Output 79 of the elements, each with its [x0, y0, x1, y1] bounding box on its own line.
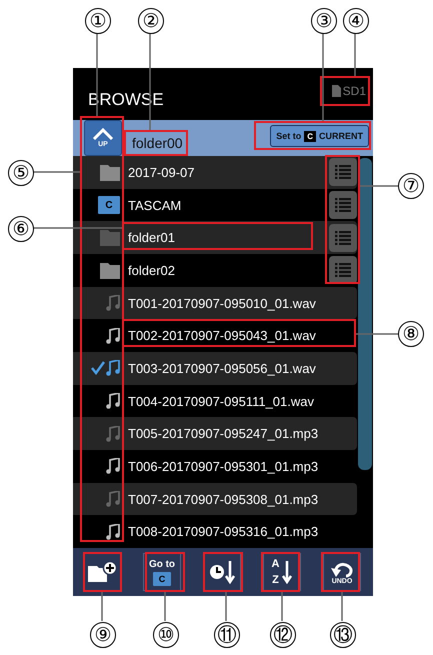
music-note-icon [106, 491, 120, 508]
file-list-row[interactable]: T004-20170907-095111_01.wav [73, 384, 357, 418]
file-list-row[interactable]: 2017-09-07 [73, 156, 357, 189]
sd-card-icon [332, 85, 341, 97]
leader-line [354, 33, 356, 76]
leader-line [356, 333, 398, 335]
leader-line [360, 185, 398, 187]
callout-number: ⑪ [214, 622, 240, 648]
list-menu-button[interactable] [329, 256, 357, 284]
highlight-frame [145, 552, 185, 592]
callout-number: ⑨ [90, 622, 116, 648]
folder-icon [100, 229, 120, 246]
callout-number: ⑦ [398, 173, 424, 199]
callout-number: ⑧ [398, 321, 424, 347]
callout-number: ⑩ [153, 622, 179, 648]
music-note-icon [106, 295, 120, 312]
go-to-button[interactable]: Go to C [143, 553, 181, 591]
highlight-frame [203, 552, 243, 592]
music-note-icon [106, 360, 120, 376]
callout-number: ① [85, 8, 111, 34]
callout-number: ⑫ [270, 622, 296, 648]
file-list-row[interactable]: T007-20170907-095308_01.mp3 [73, 482, 357, 516]
list-menu-button[interactable] [329, 224, 357, 252]
list-icon [335, 230, 351, 245]
list-menu-button[interactable] [329, 158, 357, 186]
file-list-row[interactable]: C TASCAM [73, 188, 357, 222]
music-note-icon [106, 393, 120, 410]
clock-arrow-icon [208, 559, 236, 585]
folder-icon [100, 262, 120, 279]
set-current-button[interactable]: Set to C CURRENT [270, 125, 369, 147]
highlight-frame [321, 552, 360, 592]
file-name: T002-20170907-095043_01.wav [128, 328, 316, 344]
list-icon [335, 198, 351, 212]
music-note-icon [106, 458, 120, 474]
list-menu-button[interactable] [329, 191, 357, 219]
current-folder-name: folder00 [132, 135, 183, 151]
scrollbar[interactable] [358, 158, 372, 470]
highlight-frame [83, 552, 122, 592]
highlight-frame [261, 552, 300, 592]
file-name: T003-20170907-095056_01.wav [128, 360, 316, 376]
music-note-icon [106, 328, 120, 344]
down-arrow-icon [282, 560, 292, 584]
folder-plus-icon [87, 560, 117, 584]
callout-number: ⑤ [8, 160, 34, 186]
file-list-row[interactable]: T001-20170907-095010_01.wav [73, 286, 357, 320]
folder-icon [100, 164, 120, 181]
leader-line [341, 592, 343, 621]
music-note-icon [106, 426, 120, 442]
screen-title: BROWSE [88, 90, 164, 110]
file-name: T006-20170907-095301_01.mp3 [128, 458, 318, 474]
media-indicator: SD1 [332, 84, 366, 98]
callout-number: ⑥ [8, 216, 34, 242]
sort-by-name-button[interactable]: A Z [263, 553, 301, 591]
file-name: folder01 [128, 230, 175, 246]
leader-line [164, 592, 166, 621]
current-folder-icon: C [98, 196, 120, 214]
callout-number: ③ [311, 8, 337, 34]
callout-number: ② [138, 8, 164, 34]
file-name: T008-20170907-095316_01.mp3 [128, 524, 318, 540]
music-note-icon [106, 524, 120, 540]
list-icon [335, 263, 351, 278]
leader-line [225, 592, 227, 621]
callout-number: ⑬ [330, 622, 356, 648]
highlight-frame [320, 76, 370, 106]
callout-number: ④ [343, 8, 369, 34]
leader-line [281, 592, 283, 621]
file-name: folder02 [128, 262, 175, 278]
list-icon [335, 165, 351, 180]
chevron-up-icon [92, 128, 114, 140]
file-name: T007-20170907-095308_01.mp3 [128, 492, 318, 507]
file-name: 2017-09-07 [128, 164, 194, 180]
file-name: TASCAM [128, 198, 182, 212]
file-list-row[interactable]: T003-20170907-095056_01.wav [73, 352, 357, 385]
file-list-row[interactable]: T005-20170907-095247_01.mp3 [73, 417, 357, 450]
file-name: T005-20170907-095247_01.mp3 [128, 426, 318, 442]
file-name: T004-20170907-095111_01.wav [128, 394, 314, 409]
leader-line [101, 592, 103, 621]
file-name: T001-20170907-095010_01.wav [128, 296, 316, 311]
leader-line [33, 171, 80, 173]
